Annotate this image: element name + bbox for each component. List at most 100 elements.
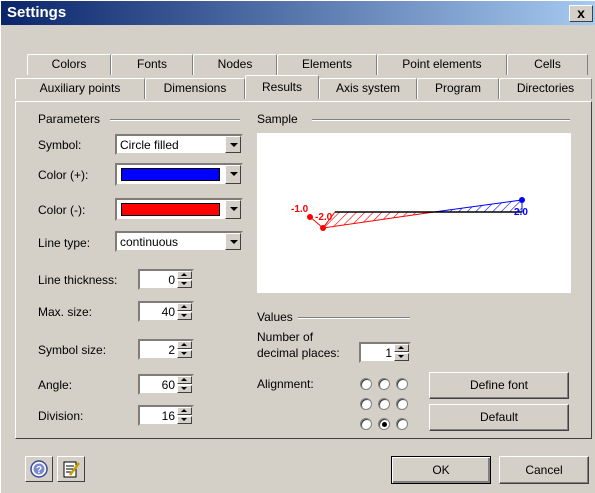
spin-up-icon[interactable] <box>394 344 409 352</box>
symbol-label: Symbol: <box>38 138 82 152</box>
chevron-down-icon[interactable] <box>225 165 241 184</box>
close-button[interactable]: x <box>569 5 593 22</box>
color-positive-select[interactable] <box>115 163 243 186</box>
ok-button[interactable]: OK <box>391 456 491 484</box>
color-negative-select[interactable] <box>115 198 243 221</box>
spinner-buttons <box>394 344 409 361</box>
spin-up-icon[interactable] <box>177 271 192 279</box>
close-icon: x <box>577 5 585 21</box>
division-spinner[interactable]: 16 <box>138 405 194 426</box>
color-negative-swatch <box>121 203 220 216</box>
line-thickness-spinner[interactable]: 0 <box>138 269 194 290</box>
align-middle-left-radio[interactable] <box>360 398 372 410</box>
positive-point <box>519 197 525 203</box>
sample-diagram: -1.0 -2.0 2.0 <box>291 197 528 231</box>
tab-label: Results <box>261 80 302 94</box>
positive-area <box>433 199 523 213</box>
tab-results[interactable]: Results <box>245 75 319 99</box>
symbol-size-value: 2 <box>168 343 175 357</box>
title-bar[interactable]: Settings x <box>1 1 595 25</box>
spinner-buttons <box>177 376 192 393</box>
tab-fonts[interactable]: Fonts <box>111 54 193 75</box>
line-thickness-value: 0 <box>168 273 175 287</box>
color-positive-swatch <box>121 168 220 181</box>
chevron-down-icon[interactable] <box>225 136 241 153</box>
line-type-value: continuous <box>120 235 179 249</box>
symbol-size-label: Symbol size: <box>38 343 107 357</box>
max-size-spinner[interactable]: 40 <box>138 301 194 322</box>
tab-auxiliary-points[interactable]: Auxiliary points <box>15 78 145 99</box>
edit-icon <box>63 461 80 478</box>
tab-axis-system[interactable]: Axis system <box>319 78 417 99</box>
angle-spinner[interactable]: 60 <box>138 374 194 395</box>
label-negative-inner: -2.0 <box>315 212 333 223</box>
chevron-down-icon[interactable] <box>225 200 241 219</box>
cancel-button[interactable]: Cancel <box>499 456 589 484</box>
tab-label: Directories <box>516 81 575 95</box>
spinner-buttons <box>177 407 192 424</box>
symbol-size-spinner[interactable]: 2 <box>138 339 194 360</box>
edit-button[interactable] <box>57 456 85 482</box>
help-button[interactable]: ? <box>25 456 53 482</box>
tab-label: Fonts <box>136 57 167 71</box>
tab-dimensions[interactable]: Dimensions <box>145 78 245 99</box>
settings-dialog: Settings x Colors Fonts Nodes Elements P… <box>0 0 595 493</box>
tab-program[interactable]: Program <box>417 78 499 99</box>
cancel-label: Cancel <box>525 463 563 477</box>
tab-cells[interactable]: Cells <box>507 54 588 75</box>
spin-up-icon[interactable] <box>177 303 192 311</box>
chevron-down-icon[interactable] <box>225 233 241 250</box>
define-font-label: Define font <box>469 378 529 392</box>
ok-label: OK <box>432 463 450 477</box>
spin-down-icon[interactable] <box>394 353 409 361</box>
spin-down-icon[interactable] <box>177 416 192 424</box>
align-bottom-right-radio[interactable] <box>396 418 408 430</box>
align-bottom-center-radio[interactable] <box>378 418 390 430</box>
tab-label: Program <box>434 81 481 95</box>
spin-up-icon[interactable] <box>177 341 192 349</box>
svg-text:?: ? <box>36 465 42 476</box>
tab-directories[interactable]: Directories <box>499 78 592 99</box>
tab-label: Colors <box>51 57 87 71</box>
tab-elements[interactable]: Elements <box>277 54 377 75</box>
align-bottom-left-radio[interactable] <box>360 418 372 430</box>
symbol-select[interactable]: Circle filled <box>115 134 243 155</box>
define-font-button[interactable]: Define font <box>429 372 569 399</box>
color-positive-label: Color (+): <box>38 168 89 182</box>
align-top-center-radio[interactable] <box>378 378 390 390</box>
default-button[interactable]: Default <box>429 404 569 431</box>
tab-label: Auxiliary points <box>39 81 121 95</box>
spin-up-icon[interactable] <box>177 407 192 415</box>
parameters-group-label: Parameters <box>38 112 101 126</box>
align-middle-right-radio[interactable] <box>396 398 408 410</box>
results-panel: Parameters Symbol: Circle filled Color (… <box>15 101 592 439</box>
spinner-buttons <box>177 303 192 320</box>
spin-up-icon[interactable] <box>177 376 192 384</box>
tab-point-elements[interactable]: Point elements <box>377 54 507 75</box>
color-negative-label: Color (-): <box>38 203 86 217</box>
line-type-select[interactable]: continuous <box>115 231 243 252</box>
tab-label: Elements <box>301 57 353 71</box>
parameters-divider <box>110 119 240 121</box>
spinner-buttons <box>177 341 192 358</box>
align-middle-center-radio[interactable] <box>378 398 390 410</box>
angle-label: Angle: <box>38 378 73 392</box>
values-group-label: Values <box>257 310 293 324</box>
align-top-right-radio[interactable] <box>396 378 408 390</box>
help-icon: ? <box>30 460 48 478</box>
max-size-value: 40 <box>161 305 175 319</box>
alignment-label: Alignment: <box>257 377 314 391</box>
spin-down-icon[interactable] <box>177 350 192 358</box>
spinner-buttons <box>177 271 192 288</box>
spin-down-icon[interactable] <box>177 280 192 288</box>
tab-label: Cells <box>534 57 561 71</box>
spin-down-icon[interactable] <box>177 312 192 320</box>
decimal-places-spinner[interactable]: 1 <box>359 342 411 363</box>
align-top-left-radio[interactable] <box>360 378 372 390</box>
sample-group-label: Sample <box>257 112 298 126</box>
tab-colors[interactable]: Colors <box>27 54 111 75</box>
label-negative-outer: -1.0 <box>291 204 309 215</box>
spin-down-icon[interactable] <box>177 385 192 393</box>
tab-nodes[interactable]: Nodes <box>193 54 277 75</box>
decimal-places-label-line2: decimal places: <box>257 346 340 360</box>
